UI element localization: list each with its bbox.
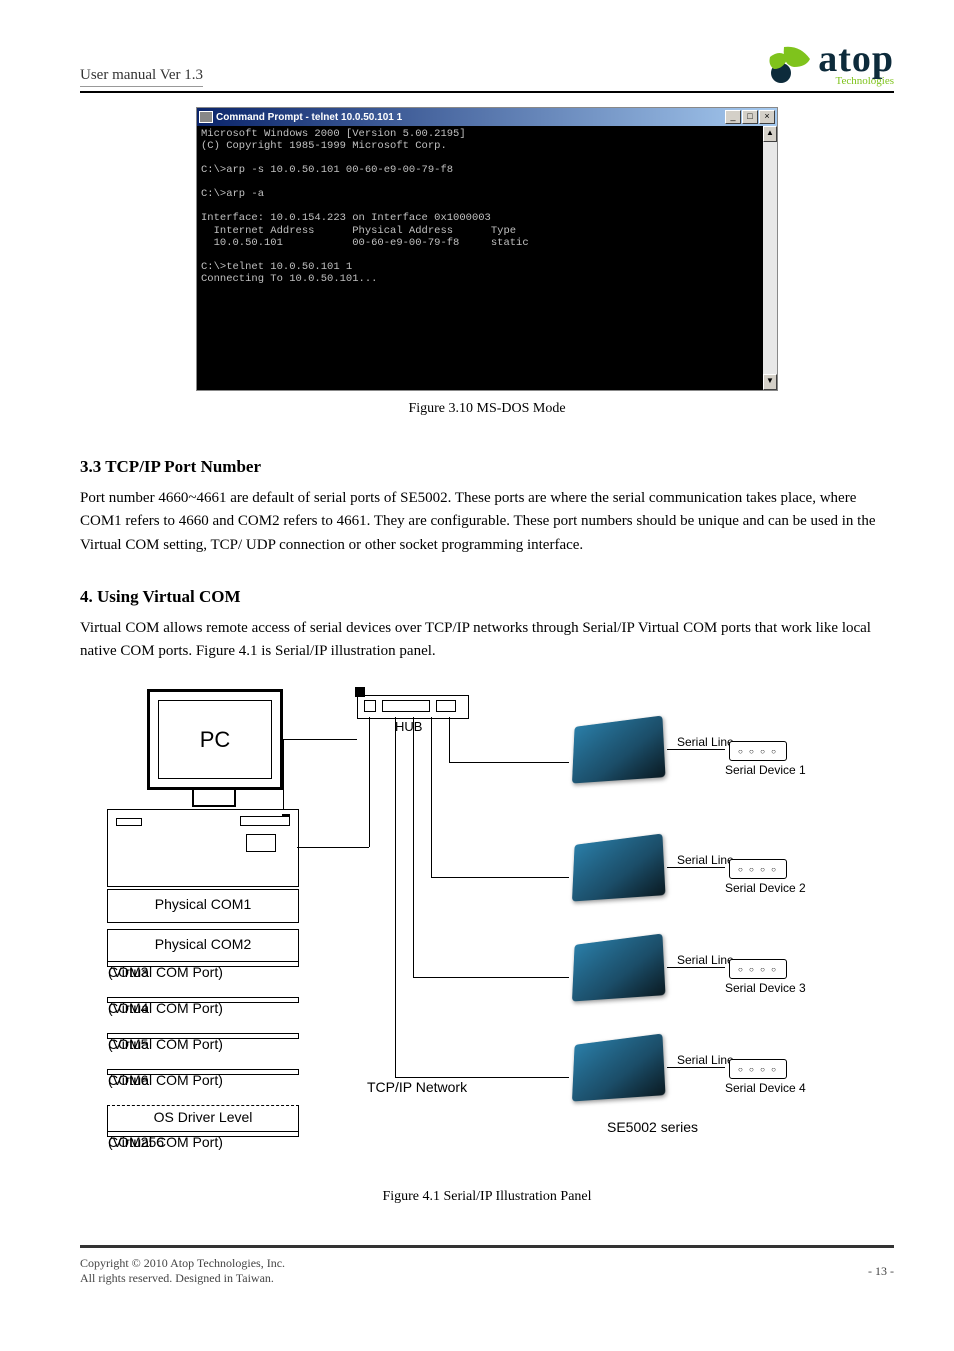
se5002-device-3-icon	[572, 934, 666, 1002]
figure-3-10-caption: Figure 3.10 MS-DOS Mode	[80, 401, 894, 417]
tcpip-label: TCP/IP Network	[367, 1079, 467, 1095]
footer-copyright: Copyright © 2010 Atop Technologies, Inc.	[80, 1256, 285, 1271]
page-number: - 13 -	[868, 1264, 894, 1279]
com256-sub: (Virtual COM Port)	[108, 1134, 223, 1151]
com5-box: COM5 (Virtual COM Port)	[107, 1033, 299, 1039]
se5002-series-label: SE5002 series	[607, 1119, 698, 1135]
section-4-heading: 4. Using Virtual COM	[80, 587, 894, 607]
pc-monitor-icon: PC	[147, 689, 283, 790]
com6-box: COM6 (Virtual COM Port)	[107, 1069, 299, 1075]
command-prompt-window: Command Prompt - telnet 10.0.50.101 1 _ …	[196, 107, 778, 391]
logo-text-main: atop	[818, 40, 894, 78]
section-3-3-body: Port number 4660~4661 are default of ser…	[80, 487, 894, 557]
cmd-app-icon	[199, 111, 213, 123]
serial-line-4-label: Serial Line	[677, 1053, 734, 1067]
logo-text-sub: Technologies	[836, 76, 895, 87]
pc-base-icon	[107, 809, 299, 887]
brand-logo: atop Technologies	[766, 40, 894, 87]
physical-com2-box: Physical COM2	[107, 929, 299, 963]
serial-device-1-label: Serial Device 1	[725, 763, 806, 777]
pc-label: PC	[200, 727, 231, 753]
serial-connector-4-icon	[729, 1059, 787, 1079]
se5002-device-4-icon	[572, 1034, 666, 1102]
com256-box: COM256 (Virtual COM Port)	[107, 1131, 299, 1137]
serial-line-2-label: Serial Line	[677, 853, 734, 867]
scrollbar[interactable]: ▲ ▼	[763, 126, 777, 390]
terminal-output[interactable]: Microsoft Windows 2000 [Version 5.00.219…	[197, 126, 763, 390]
page-footer: Copyright © 2010 Atop Technologies, Inc.…	[80, 1256, 894, 1286]
serial-line-1-label: Serial Line	[677, 735, 734, 749]
footer-divider	[80, 1245, 894, 1248]
section-4-body: Virtual COM allows remote access of seri…	[80, 617, 894, 664]
serial-connector-3-icon	[729, 959, 787, 979]
serial-connector-2-icon	[729, 859, 787, 879]
maximize-button[interactable]: □	[742, 110, 758, 124]
cmd-title: Command Prompt - telnet 10.0.50.101 1	[216, 112, 402, 123]
window-controls: _ □ ×	[725, 110, 775, 124]
serial-line-3-label: Serial Line	[677, 953, 734, 967]
footer-rights: All rights reserved. Designed in Taiwan.	[80, 1271, 285, 1286]
cmd-titlebar: Command Prompt - telnet 10.0.50.101 1 _ …	[197, 108, 777, 126]
physical-com1-box: Physical COM1	[107, 889, 299, 923]
serial-device-2-label: Serial Device 2	[725, 881, 806, 895]
serial-ip-diagram: PC Physical COM1 Physical COM2 COM3 (Vir…	[107, 679, 867, 1169]
se5002-device-2-icon	[572, 834, 666, 902]
hub-box	[357, 695, 469, 719]
com3-box: COM3 (Virtual COM Port)	[107, 961, 299, 967]
scroll-down-button[interactable]: ▼	[763, 374, 777, 390]
com6-sub: (Virtual COM Port)	[108, 1072, 223, 1089]
close-button[interactable]: ×	[759, 110, 775, 124]
minimize-button[interactable]: _	[725, 110, 741, 124]
os-driver-box: OS Driver Level	[107, 1105, 299, 1133]
hub-power-icon	[355, 687, 365, 697]
section-3-3-heading: 3.3 TCP/IP Port Number	[80, 457, 894, 477]
com4-sub: (Virtual COM Port)	[108, 1000, 223, 1017]
pc-stand-icon	[192, 787, 236, 807]
scroll-track[interactable]	[763, 142, 777, 374]
header-manual-version: User manual Ver 1.3	[80, 67, 203, 87]
scroll-up-button[interactable]: ▲	[763, 126, 777, 142]
com5-sub: (Virtual COM Port)	[108, 1036, 223, 1053]
com3-sub: (Virtual COM Port)	[108, 964, 223, 981]
hub-label: HUB	[395, 719, 422, 734]
page-header: User manual Ver 1.3 atop Technologies	[80, 40, 894, 93]
serial-connector-1-icon	[729, 741, 787, 761]
serial-device-4-label: Serial Device 4	[725, 1081, 806, 1095]
atop-logo-icon	[766, 43, 814, 85]
serial-device-3-label: Serial Device 3	[725, 981, 806, 995]
se5002-device-1-icon	[572, 716, 666, 784]
figure-4-1-caption: Figure 4.1 Serial/IP Illustration Panel	[80, 1189, 894, 1205]
com4-box: COM4 (Virtual COM Port)	[107, 997, 299, 1003]
